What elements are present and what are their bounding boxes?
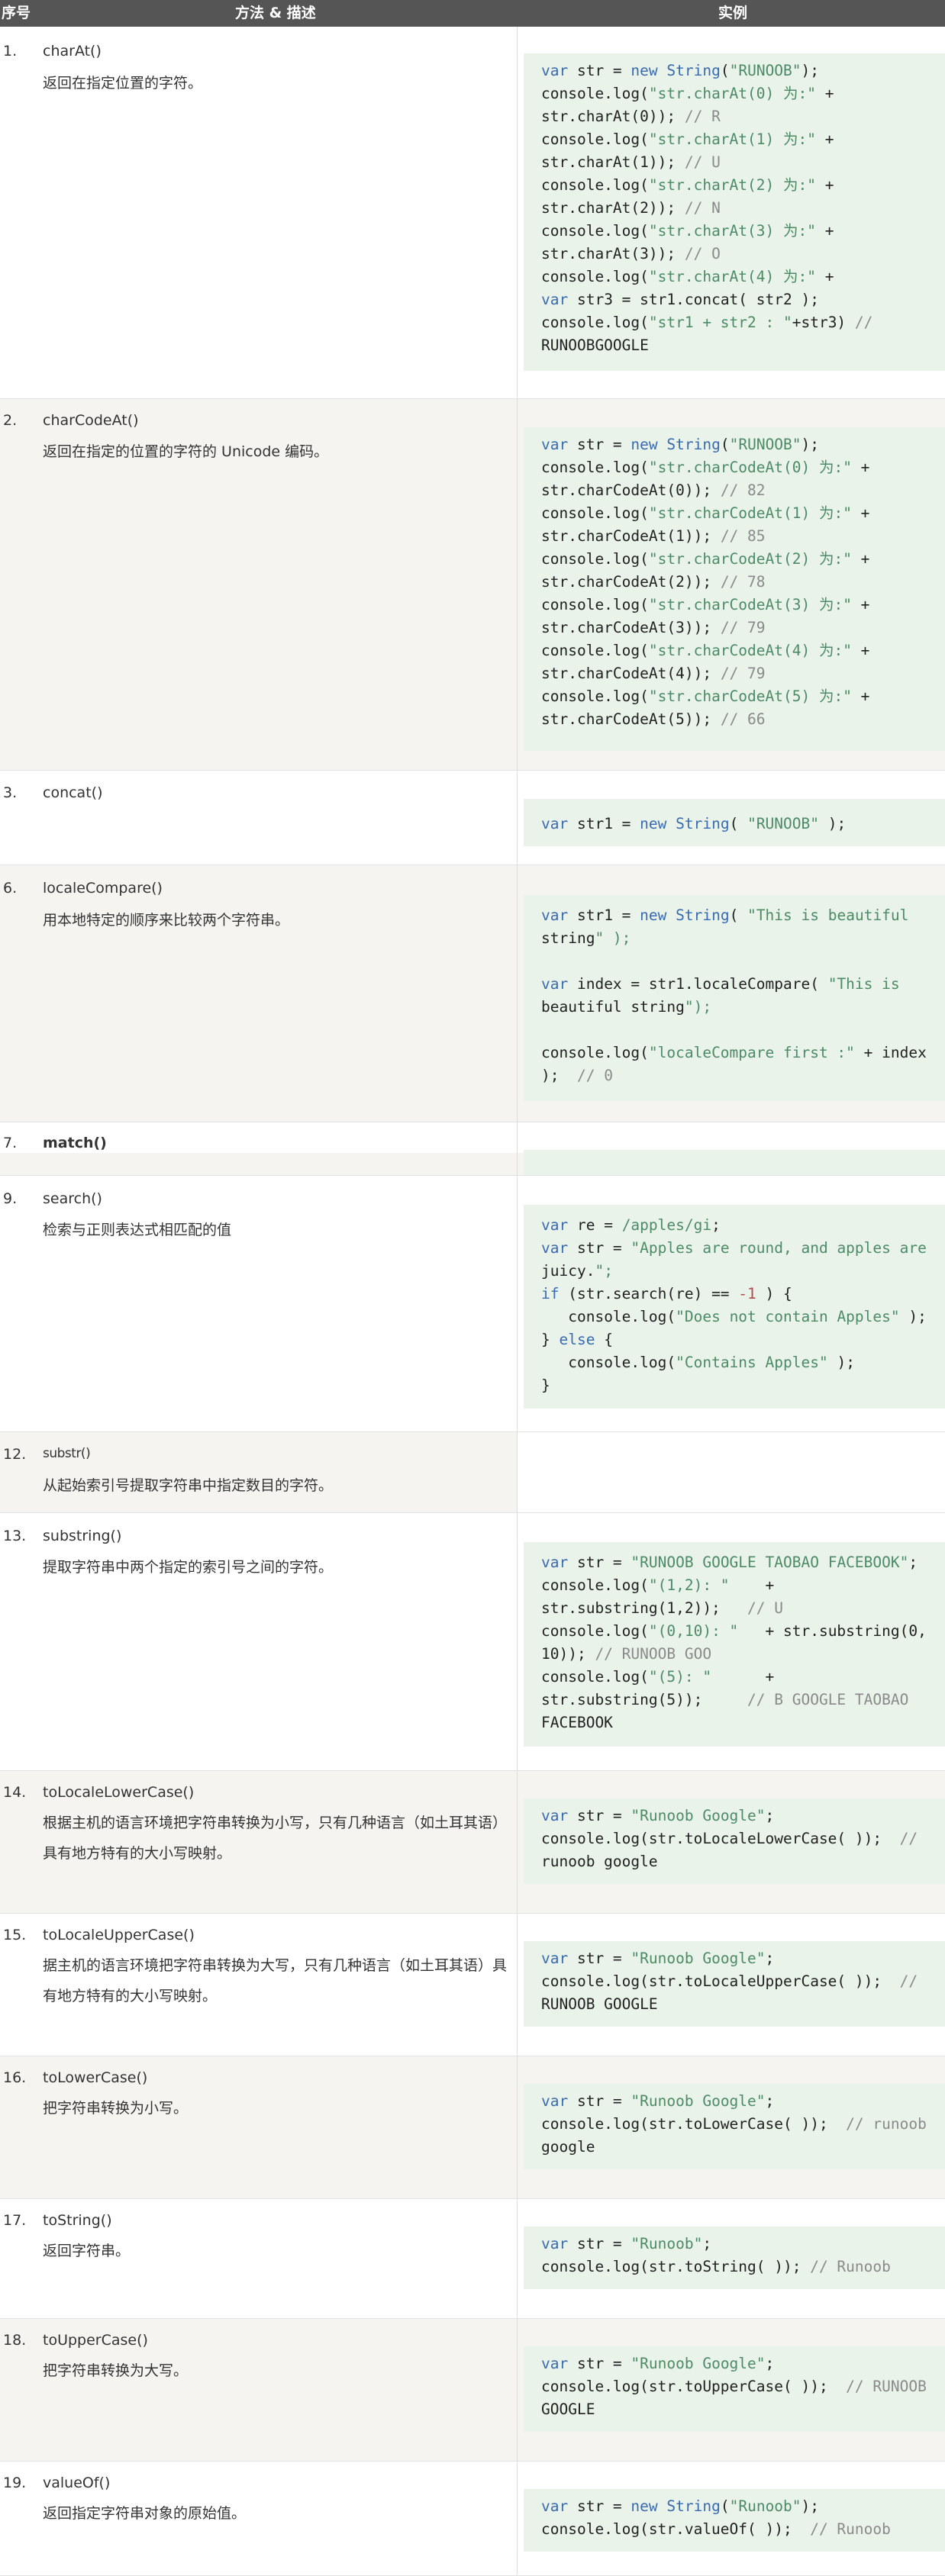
table-row-valueof: 19. valueOf() 返回指定字符串对象的原始值。 var str = n… xyxy=(0,2462,945,2576)
row-number: 9. xyxy=(3,1190,18,1207)
method-name: toLocaleUpperCase() xyxy=(43,1927,195,1943)
table-row-substring: 13. substring() 提取字符串中两个指定的索引号之间的字符。 var… xyxy=(0,1513,945,1771)
table-row-tolocalelowercase: 14. toLocaleLowerCase() 根据主机的语言环境把字符串转换为… xyxy=(0,1771,945,1914)
header-col-num: 序号 xyxy=(2,5,31,21)
method-name: toLocaleLowerCase() xyxy=(43,1784,195,1801)
method-name: charAt() xyxy=(43,43,102,60)
table-row-tolocaleuppercase: 15. toLocaleUpperCase() 据主机的语言环境把字符串转换为大… xyxy=(0,1914,945,2056)
row-number: 14. xyxy=(3,1784,27,1801)
row-number: 15. xyxy=(3,1927,27,1943)
code-example: var str1 = new String( "RUNOOB" ); xyxy=(524,799,945,846)
code-example: var str = "Runoob Google"; console.log(s… xyxy=(524,1798,945,1884)
method-name: localeCompare() xyxy=(43,880,163,897)
method-name: toLowerCase() xyxy=(43,2069,148,2086)
method-name: toUpperCase() xyxy=(43,2332,148,2349)
method-description: 提取字符串中两个指定的索引号之间的字符。 xyxy=(43,1559,334,1576)
code-example: var str = new String("RUNOOB"); console.… xyxy=(524,53,945,371)
table-row-localecompare: 6. localeCompare() 用本地特定的顺序来比较两个字符串。 var… xyxy=(0,865,945,1122)
method-name: valueOf() xyxy=(43,2475,111,2491)
row-number: 7. xyxy=(3,1135,18,1151)
row-number: 2. xyxy=(3,412,18,429)
method-description: 返回在指定的位置的字符的 Unicode 编码。 xyxy=(43,443,329,460)
code-example: var str = "RUNOOB GOOGLE TAOBAO FACEBOOK… xyxy=(524,1542,945,1747)
method-name: substring() xyxy=(43,1528,122,1544)
code-example: var re = /apples/gi; var str = "Apples a… xyxy=(524,1205,945,1409)
method-description: 据主机的语言环境把字符串转换为大写，只有几种语言（如土耳其语）具有地方特有的大小… xyxy=(43,1957,508,2004)
method-description: 从起始索引号提取字符串中指定数目的字符。 xyxy=(43,1477,334,1494)
method-name: toString() xyxy=(43,2212,112,2229)
row-number: 13. xyxy=(3,1528,27,1544)
table-row-tolowercase: 16. toLowerCase() 把字符串转换为小写。 var str = "… xyxy=(0,2056,945,2199)
code-example: var str1 = new String( "This is beautifu… xyxy=(524,895,945,1101)
row-number: 18. xyxy=(3,2332,27,2349)
table-row-substr: 12. substr() 从起始索引号提取字符串中指定数目的字符。 xyxy=(0,1432,945,1513)
code-example: var str = "Runoob Google"; console.log(s… xyxy=(524,1941,945,2027)
header-col-method: 方法 & 描述 xyxy=(235,5,316,21)
method-description: 返回在指定位置的字符。 xyxy=(43,75,203,92)
code-example: var str = new String("Runoob"); console.… xyxy=(524,2489,945,2552)
table-row-concat: 3. concat() var str1 = new String( "RUNO… xyxy=(0,771,945,865)
row-number: 6. xyxy=(3,880,18,897)
code-example: var str = "Runoob"; console.log(str.toSt… xyxy=(524,2227,945,2289)
method-description: 检索与正则表达式相匹配的值 xyxy=(43,1222,232,1238)
method-description: 把字符串转换为大写。 xyxy=(43,2362,189,2379)
method-name: match() xyxy=(43,1135,107,1151)
method-description: 根据主机的语言环境把字符串转换为小写，只有几种语言（如土耳其语）具有地方特有的大… xyxy=(43,1814,508,1862)
row-number: 1. xyxy=(3,43,18,60)
method-name: concat() xyxy=(43,784,103,801)
method-description: 返回字符串。 xyxy=(43,2243,131,2259)
table-header: 序号 方法 & 描述 实例 xyxy=(0,0,945,27)
methods-table: 序号 方法 & 描述 实例 1. charAt() 返回在指定位置的字符。 va… xyxy=(0,0,945,2576)
table-row-match: 7. match() xyxy=(0,1122,945,1176)
table-row-tostring: 17. toString() 返回字符串。 var str = "Runoob"… xyxy=(0,2199,945,2319)
method-name: search() xyxy=(43,1190,102,1207)
row-number: 17. xyxy=(3,2212,27,2229)
row-number: 3. xyxy=(3,784,18,801)
header-col-example: 实例 xyxy=(718,5,748,21)
row-number: 12. xyxy=(3,1446,27,1463)
code-example: var str = "Runoob Google"; console.log(s… xyxy=(524,2084,945,2169)
code-example: var str = new String("RUNOOB"); console.… xyxy=(524,427,945,751)
row-number: 19. xyxy=(3,2475,27,2491)
table-row-charcodeat: 2. charCodeAt() 返回在指定的位置的字符的 Unicode 编码。… xyxy=(0,399,945,771)
method-name: charCodeAt() xyxy=(43,412,139,429)
table-row-charat: 1. charAt() 返回在指定位置的字符。 var str = new St… xyxy=(0,27,945,399)
method-name: substr() xyxy=(43,1446,91,1461)
row-number: 16. xyxy=(3,2069,27,2086)
code-example: var str = "Runoob Google"; console.log(s… xyxy=(524,2346,945,2432)
method-description: 把字符串转换为小写。 xyxy=(43,2100,189,2117)
method-description: 用本地特定的顺序来比较两个字符串。 xyxy=(43,912,290,929)
table-row-search: 9. search() 检索与正则表达式相匹配的值 var re = /appl… xyxy=(0,1176,945,1432)
table-row-touppercase: 18. toUpperCase() 把字符串转换为大写。 var str = "… xyxy=(0,2319,945,2462)
method-description: 返回指定字符串对象的原始值。 xyxy=(43,2505,247,2522)
